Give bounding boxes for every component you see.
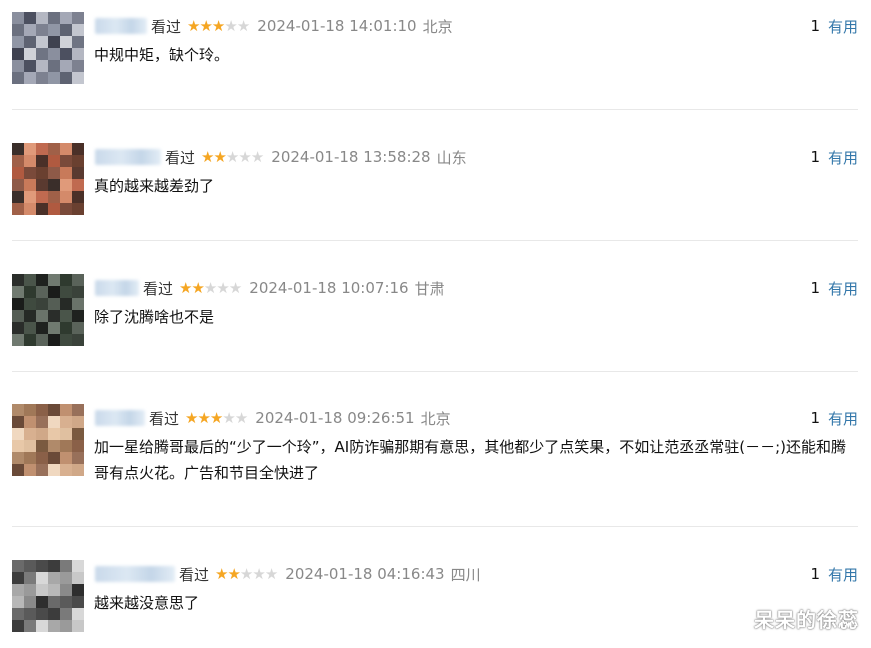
username-blurred[interactable] [95,149,161,165]
useful-vote: 1 有用 [810,563,858,585]
comment-meta: 看过 ★ ★ ★ ★ ★ 2024-01-18 14:01:10 北京 [95,15,453,37]
comment-location: 北京 [422,17,453,36]
comment-item: 看过 ★ ★ ★ ★ ★ 2024-01-18 04:16:43 四川 1 有用 越来越没意思了 [0,560,871,640]
seen-label: 看过 [151,17,182,36]
star-empty-icon: ★ [264,565,278,583]
comment-text: 真的越来越差劲了 [94,177,215,195]
seen-label: 看过 [179,565,210,584]
comment-item: 看过 ★ ★ ★ ★ ★ 2024-01-18 13:58:28 山东 1 有用 真的越来越差劲了 [0,143,871,243]
comment-meta: 看过 ★ ★ ★ ★ ★ 2024-01-18 04:16:43 四川 [95,563,481,585]
comment-location: 四川 [450,565,481,584]
useful-vote: 1 有用 [810,146,858,168]
avatar[interactable] [12,12,84,84]
star-filled-icon: ★ [191,279,204,297]
star-empty-icon: ★ [234,409,248,427]
divider [12,371,858,372]
useful-vote: 1 有用 [810,15,858,37]
rating-stars: ★ ★ ★ ★ ★ [201,148,264,166]
avatar[interactable] [12,560,84,632]
seen-label: 看过 [143,279,174,298]
comment-item: 看过 ★ ★ ★ ★ ★ 2024-01-18 14:01:10 北京 1 有用 中规中矩，缺个玲。 [0,12,871,112]
star-filled-icon: ★ [197,409,210,427]
comment-item: 看过 ★ ★ ★ ★ ★ 2024-01-18 09:26:51 北京 1 有用 加一星给腾哥最后的… [0,404,871,504]
star-empty-icon: ★ [216,279,229,297]
star-filled-icon: ★ [209,409,223,427]
comment-time: 2024-01-18 13:58:28 [271,148,431,166]
username-blurred[interactable] [95,566,175,582]
rating-stars: ★ ★ ★ ★ ★ [179,279,242,297]
useful-count: 1 [810,409,820,427]
comment-location: 甘肃 [414,279,445,298]
useful-count: 1 [810,17,820,35]
rating-stars: ★ ★ ★ ★ ★ [187,17,250,35]
comment-time: 2024-01-18 10:07:16 [249,279,409,297]
star-empty-icon: ★ [222,409,235,427]
star-empty-icon: ★ [239,565,253,583]
seen-label: 看过 [149,409,180,428]
star-empty-icon: ★ [224,17,237,35]
star-empty-icon: ★ [252,565,265,583]
divider [12,240,858,241]
comment-text: 越来越没意思了 [94,594,200,612]
useful-vote: 1 有用 [810,277,858,299]
comment-item: 看过 ★ ★ ★ ★ ★ 2024-01-18 10:07:16 甘肃 1 有用 除了沈腾啥也不是 [0,274,871,374]
star-empty-icon: ★ [203,279,217,297]
useful-button[interactable]: 有用 [828,16,858,37]
comment-meta: 看过 ★ ★ ★ ★ ★ 2024-01-18 13:58:28 山东 [95,146,467,168]
star-filled-icon: ★ [199,17,212,35]
star-empty-icon: ★ [228,279,242,297]
useful-button[interactable]: 有用 [828,278,858,299]
comment-text: 中规中矩，缺个玲。 [94,46,230,64]
comment-time: 2024-01-18 14:01:10 [257,17,417,35]
seen-label: 看过 [165,148,196,167]
useful-count: 1 [810,565,820,583]
star-filled-icon: ★ [215,565,228,583]
rating-stars: ★ ★ ★ ★ ★ [185,409,248,427]
useful-button[interactable]: 有用 [828,147,858,168]
comment-time: 2024-01-18 09:26:51 [255,409,415,427]
comment-meta: 看过 ★ ★ ★ ★ ★ 2024-01-18 09:26:51 北京 [95,407,451,429]
avatar[interactable] [12,274,84,346]
star-filled-icon: ★ [211,17,225,35]
useful-count: 1 [810,279,820,297]
divider [12,109,858,110]
rating-stars: ★ ★ ★ ★ ★ [215,565,278,583]
comment-location: 山东 [436,148,467,167]
avatar[interactable] [12,404,84,476]
star-filled-icon: ★ [185,409,198,427]
star-empty-icon: ★ [250,148,264,166]
useful-button[interactable]: 有用 [828,408,858,429]
comment-meta: 看过 ★ ★ ★ ★ ★ 2024-01-18 10:07:16 甘肃 [95,277,445,299]
username-blurred[interactable] [95,18,147,34]
watermark-text: 呆呆的徐蕊 [754,608,859,632]
star-empty-icon: ★ [225,148,239,166]
useful-count: 1 [810,148,820,166]
username-blurred[interactable] [95,410,145,426]
star-filled-icon: ★ [201,148,214,166]
comment-text: 加一星给腾哥最后的“少了一个玲”，AI防诈骗那期有意思，其他都少了点笑果，不如让… [94,438,846,482]
star-filled-icon: ★ [213,148,226,166]
star-empty-icon: ★ [238,148,251,166]
star-empty-icon: ★ [236,17,250,35]
star-filled-icon: ★ [227,565,240,583]
avatar[interactable] [12,143,84,215]
comment-location: 北京 [420,409,451,428]
divider [12,526,858,527]
star-filled-icon: ★ [179,279,192,297]
comment-time: 2024-01-18 04:16:43 [285,565,445,583]
username-blurred[interactable] [95,280,139,296]
comment-text: 除了沈腾啥也不是 [94,308,215,326]
star-filled-icon: ★ [187,17,200,35]
useful-button[interactable]: 有用 [828,564,858,585]
useful-vote: 1 有用 [810,407,858,429]
